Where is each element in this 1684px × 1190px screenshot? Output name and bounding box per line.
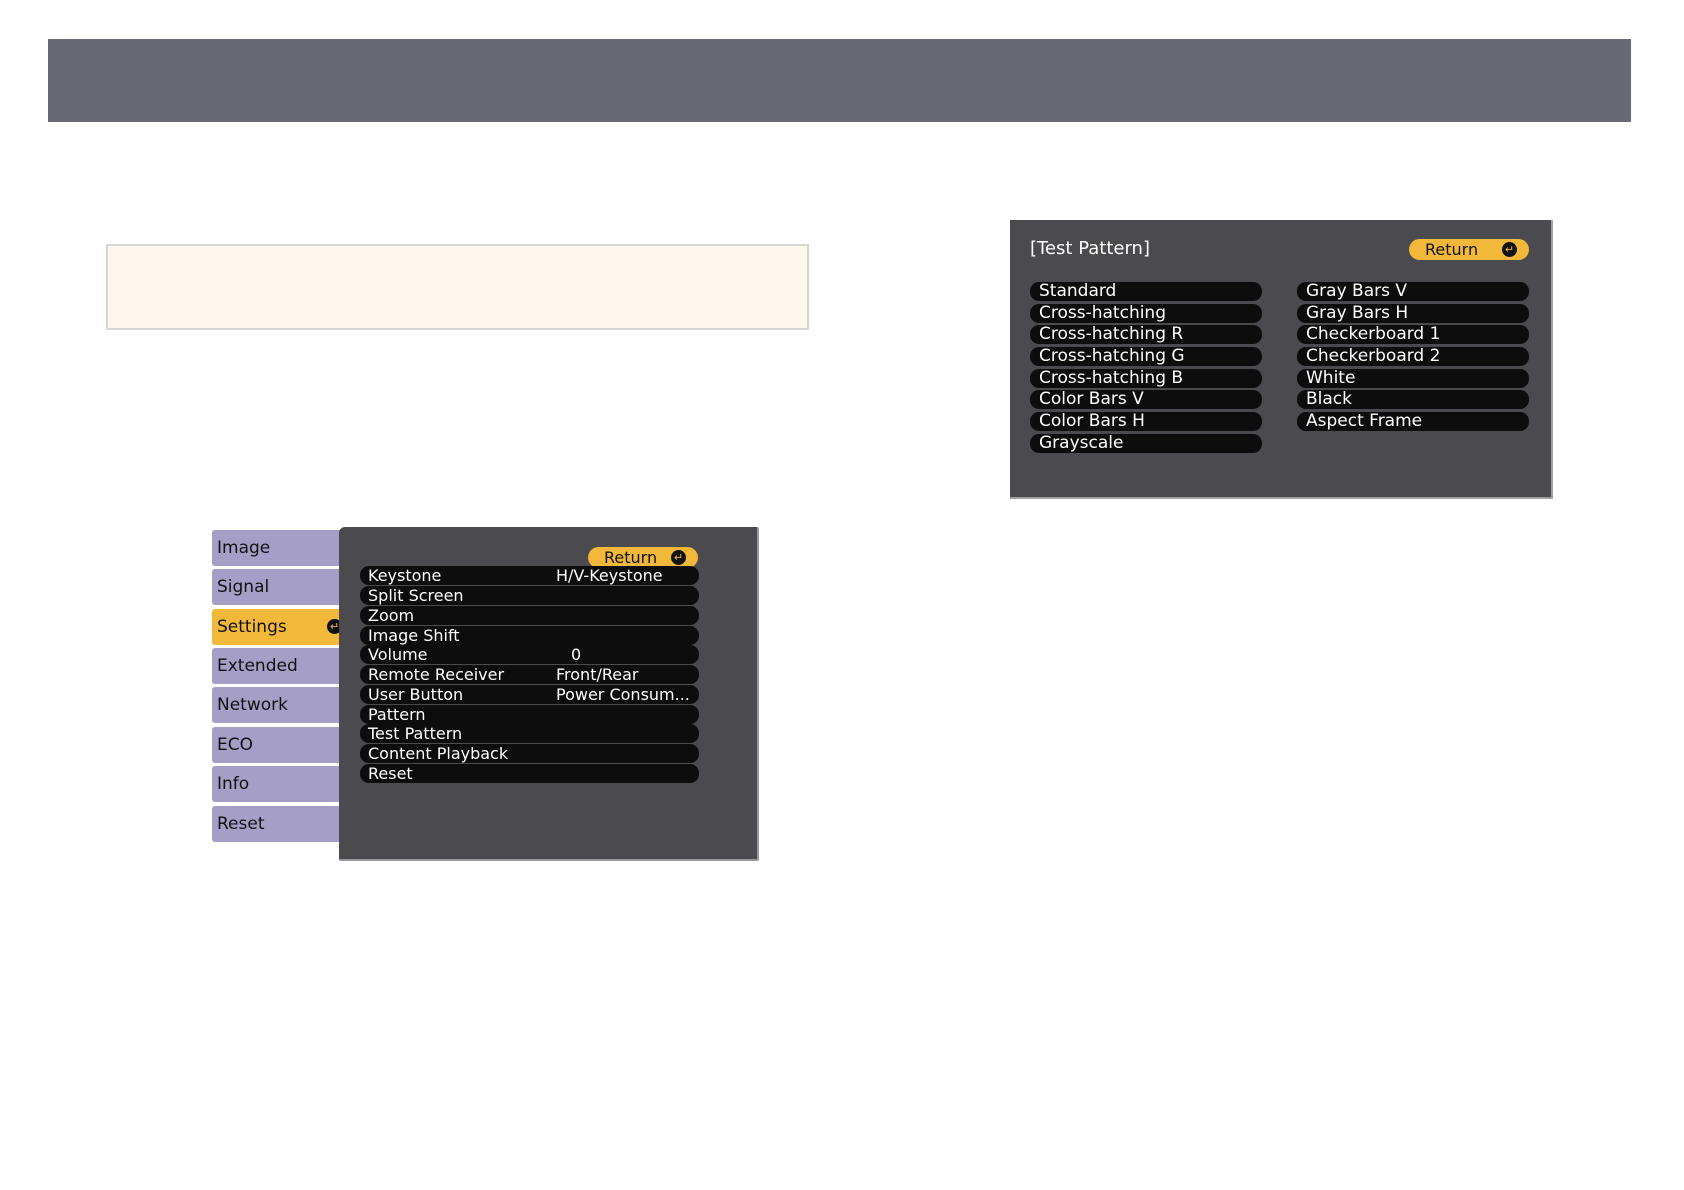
menu-item-image-shift[interactable]: Image Shift [360, 626, 699, 645]
pattern-item-label: Aspect Frame [1306, 411, 1423, 431]
menu-item-zoom[interactable]: Zoom [360, 606, 699, 625]
enter-icon: ↵ [671, 550, 686, 565]
tab-info[interactable]: Info [212, 766, 342, 802]
tab-label: Info [217, 774, 250, 794]
menu-item-reset[interactable]: Reset [360, 764, 699, 783]
pattern-item-color-bars-v[interactable]: Color Bars V [1030, 390, 1262, 409]
pattern-item-label: Color Bars V [1039, 389, 1144, 409]
menu-item-keystone[interactable]: Keystone H/V-Keystone [360, 566, 699, 585]
pattern-item-cross-hatching-r[interactable]: Cross-hatching R [1030, 325, 1262, 344]
return-label: Return [604, 548, 658, 567]
pattern-item-label: Standard [1039, 281, 1117, 301]
pattern-item-label: Cross-hatching [1039, 303, 1167, 323]
tab-label: ECO [217, 735, 253, 755]
menu-item-label: Volume [368, 645, 428, 664]
menu-item-content-playback[interactable]: Content Playback [360, 744, 699, 763]
tab-eco[interactable]: ECO [212, 727, 342, 763]
menu-item-value: Front/Rear [556, 665, 639, 684]
tab-label: Extended [217, 656, 298, 676]
menu-item-label: Keystone [368, 566, 442, 585]
menu-item-label: Image Shift [368, 626, 460, 645]
pattern-item-label: Black [1306, 389, 1352, 409]
menu-item-test-pattern[interactable]: Test Pattern [360, 724, 699, 743]
tab-label: Reset [217, 814, 265, 834]
tab-label: Network [217, 695, 288, 715]
menu-item-value: Power Consum... [556, 685, 690, 704]
menu-item-value: H/V-Keystone [556, 566, 663, 585]
header-bar [48, 39, 1631, 122]
test-pattern-title: [Test Pattern] [1030, 238, 1150, 259]
tab-signal[interactable]: Signal [212, 569, 342, 605]
pattern-item-aspect-frame[interactable]: Aspect Frame [1297, 412, 1529, 431]
pattern-item-cross-hatching-b[interactable]: Cross-hatching B [1030, 369, 1262, 388]
pattern-item-grayscale[interactable]: Grayscale [1030, 434, 1262, 453]
pattern-item-label: White [1306, 368, 1356, 388]
pattern-item-cross-hatching-g[interactable]: Cross-hatching G [1030, 347, 1262, 366]
menu-item-volume[interactable]: Volume 0 [360, 645, 699, 664]
pattern-item-label: Checkerboard 2 [1306, 346, 1441, 366]
menu-item-label: User Button [368, 685, 464, 704]
pattern-item-label: Gray Bars H [1306, 303, 1409, 323]
pattern-item-gray-bars-h[interactable]: Gray Bars H [1297, 304, 1529, 323]
pattern-item-white[interactable]: White [1297, 369, 1529, 388]
menu-item-split-screen[interactable]: Split Screen [360, 586, 699, 605]
tab-image[interactable]: Image [212, 530, 342, 566]
menu-item-label: Content Playback [368, 744, 509, 763]
settings-panel: Return ↵ Keystone H/V-Keystone Split Scre… [339, 527, 759, 861]
pattern-item-checkerboard-1[interactable]: Checkerboard 1 [1297, 325, 1529, 344]
pattern-item-label: Grayscale [1039, 433, 1124, 453]
pattern-item-checkerboard-2[interactable]: Checkerboard 2 [1297, 347, 1529, 366]
pattern-item-label: Gray Bars V [1306, 281, 1408, 301]
return-button[interactable]: Return ↵ [1409, 239, 1529, 260]
pattern-item-label: Checkerboard 1 [1306, 324, 1441, 344]
tab-label: Settings [217, 617, 287, 637]
pattern-item-black[interactable]: Black [1297, 390, 1529, 409]
menu-item-label: Test Pattern [368, 724, 463, 743]
note-box [106, 244, 809, 330]
enter-icon: ↵ [1502, 242, 1517, 257]
tab-label: Image [217, 538, 271, 558]
menu-item-label: Zoom [368, 606, 415, 625]
menu-item-pattern[interactable]: Pattern [360, 705, 699, 724]
pattern-item-color-bars-h[interactable]: Color Bars H [1030, 412, 1262, 431]
menu-item-label: Reset [368, 764, 413, 783]
tab-network[interactable]: Network [212, 687, 342, 723]
menu-item-user-button[interactable]: User Button Power Consum... [360, 685, 699, 704]
pattern-item-standard[interactable]: Standard [1030, 282, 1262, 301]
pattern-item-label: Cross-hatching B [1039, 368, 1184, 388]
tab-settings[interactable]: Settings ↵ [212, 609, 348, 645]
tab-label: Signal [217, 577, 270, 597]
tab-reset[interactable]: Reset [212, 806, 342, 842]
pattern-item-label: Color Bars H [1039, 411, 1145, 431]
test-pattern-panel: [Test Pattern] Return ↵ Standard Cross-h… [1010, 220, 1553, 499]
return-label: Return [1425, 240, 1479, 259]
tab-extended[interactable]: Extended [212, 648, 342, 684]
pattern-item-label: Cross-hatching G [1039, 346, 1185, 366]
menu-item-remote-receiver[interactable]: Remote Receiver Front/Rear [360, 665, 699, 684]
return-button[interactable]: Return ↵ [588, 547, 698, 568]
pattern-item-gray-bars-v[interactable]: Gray Bars V [1297, 282, 1529, 301]
pattern-item-label: Cross-hatching R [1039, 324, 1184, 344]
pattern-item-cross-hatching[interactable]: Cross-hatching [1030, 304, 1262, 323]
menu-item-value: 0 [571, 645, 582, 664]
menu-item-label: Split Screen [368, 586, 464, 605]
menu-item-label: Pattern [368, 705, 426, 724]
menu-item-label: Remote Receiver [368, 665, 505, 684]
